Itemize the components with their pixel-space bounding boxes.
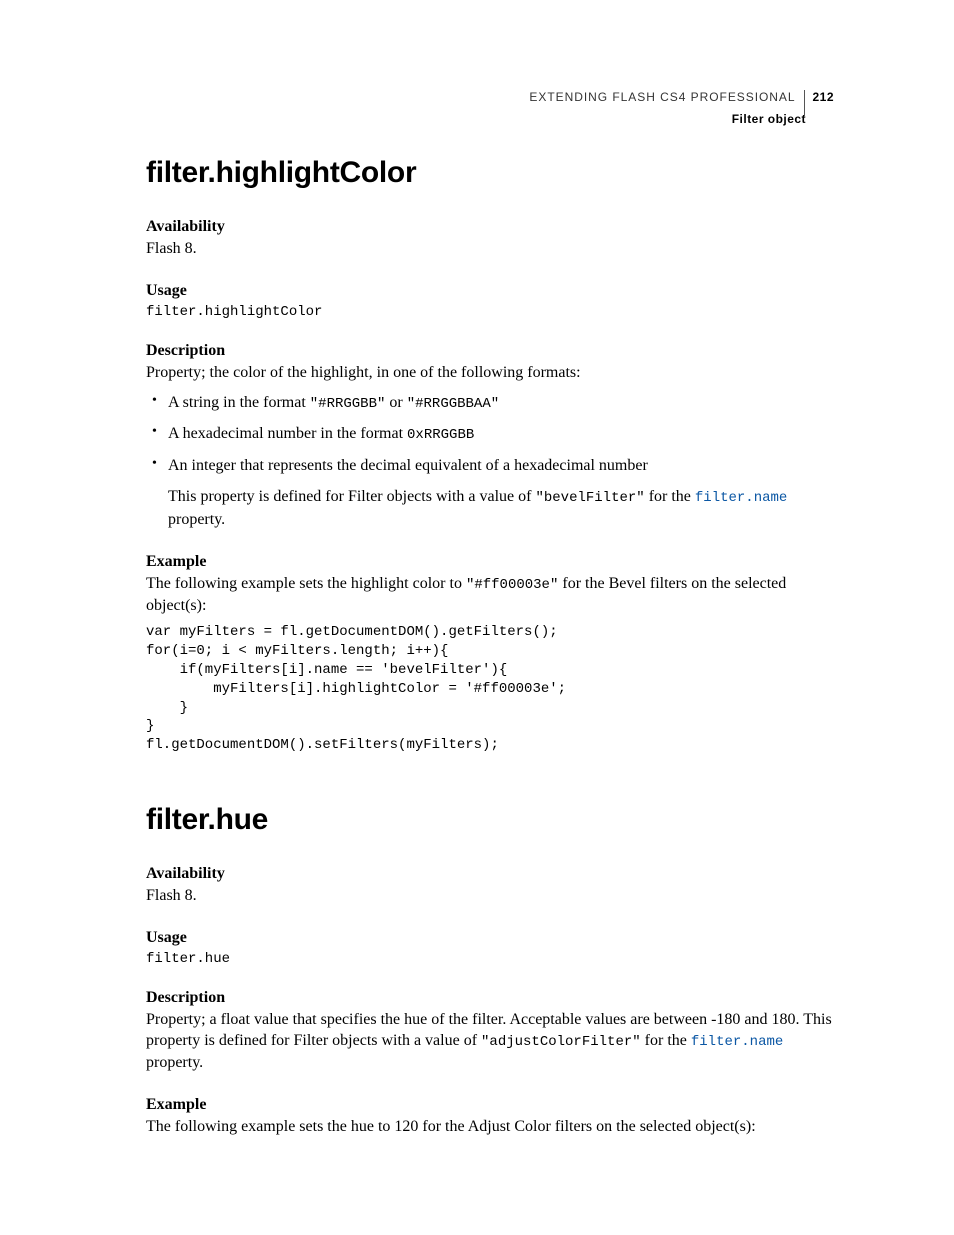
example-code-block: var myFilters = fl.getDocumentDOM().getF…: [146, 623, 834, 755]
description-heading: Description: [146, 342, 834, 360]
doc-title: EXTENDING FLASH CS4 PROFESSIONAL: [529, 89, 795, 105]
filter-name-link[interactable]: filter.name: [691, 1034, 783, 1050]
description-intro: Property; the color of the highlight, in…: [146, 362, 834, 384]
availability-heading: Availability: [146, 218, 834, 236]
example-heading: Example: [146, 1096, 834, 1114]
page: EXTENDING FLASH CS4 PROFESSIONAL 212 Fil…: [0, 0, 954, 1235]
availability-value: Flash 8.: [146, 885, 834, 907]
section-title-highlightcolor: filter.highlightColor: [146, 156, 834, 190]
header-section: Filter object: [529, 111, 834, 127]
usage-code: filter.highlightColor: [146, 304, 834, 320]
example-heading: Example: [146, 553, 834, 571]
description-heading: Description: [146, 989, 834, 1007]
inline-code: "#ff00003e": [466, 577, 558, 593]
property-note: This property is defined for Filter obje…: [168, 485, 834, 531]
inline-code: "adjustColorFilter": [481, 1034, 641, 1050]
note-text: for the: [645, 488, 695, 505]
list-item: A hexadecimal number in the format 0xRRG…: [146, 422, 834, 445]
list-item: A string in the format "#RRGGBB" or "#RR…: [146, 391, 834, 414]
bullet-text: An integer that represents the decimal e…: [168, 457, 648, 474]
availability-heading: Availability: [146, 865, 834, 883]
header-divider: [804, 90, 805, 116]
note-text: This property is defined for Filter obje…: [168, 488, 535, 505]
note-text: property.: [168, 511, 225, 528]
format-list: A string in the format "#RRGGBB" or "#RR…: [146, 391, 834, 477]
list-item: An integer that represents the decimal e…: [146, 454, 834, 477]
usage-heading: Usage: [146, 282, 834, 300]
filter-name-link[interactable]: filter.name: [695, 490, 787, 506]
availability-value: Flash 8.: [146, 238, 834, 260]
inline-code: "#RRGGBB": [310, 396, 386, 412]
example-intro: The following example sets the hue to 12…: [146, 1116, 834, 1138]
bullet-text: A hexadecimal number in the format: [168, 425, 407, 442]
inline-code: "#RRGGBBAA": [407, 396, 499, 412]
description-body: Property; a float value that specifies t…: [146, 1009, 834, 1074]
usage-heading: Usage: [146, 929, 834, 947]
page-number: 212: [813, 89, 834, 105]
description-text: for the: [641, 1032, 691, 1049]
section-title-hue: filter.hue: [146, 803, 834, 837]
description-text: property.: [146, 1054, 203, 1071]
usage-code: filter.hue: [146, 951, 834, 967]
content: filter.highlightColor Availability Flash…: [146, 156, 834, 1137]
header-line-1: EXTENDING FLASH CS4 PROFESSIONAL 212: [529, 84, 834, 110]
inline-code: "bevelFilter": [535, 490, 644, 506]
inline-code: 0xRRGGBB: [407, 427, 474, 443]
bullet-text: A string in the format: [168, 394, 310, 411]
running-header: EXTENDING FLASH CS4 PROFESSIONAL 212 Fil…: [529, 84, 834, 127]
example-intro-text: The following example sets the highlight…: [146, 575, 466, 592]
bullet-text: or: [385, 394, 406, 411]
example-intro: The following example sets the highlight…: [146, 573, 834, 616]
